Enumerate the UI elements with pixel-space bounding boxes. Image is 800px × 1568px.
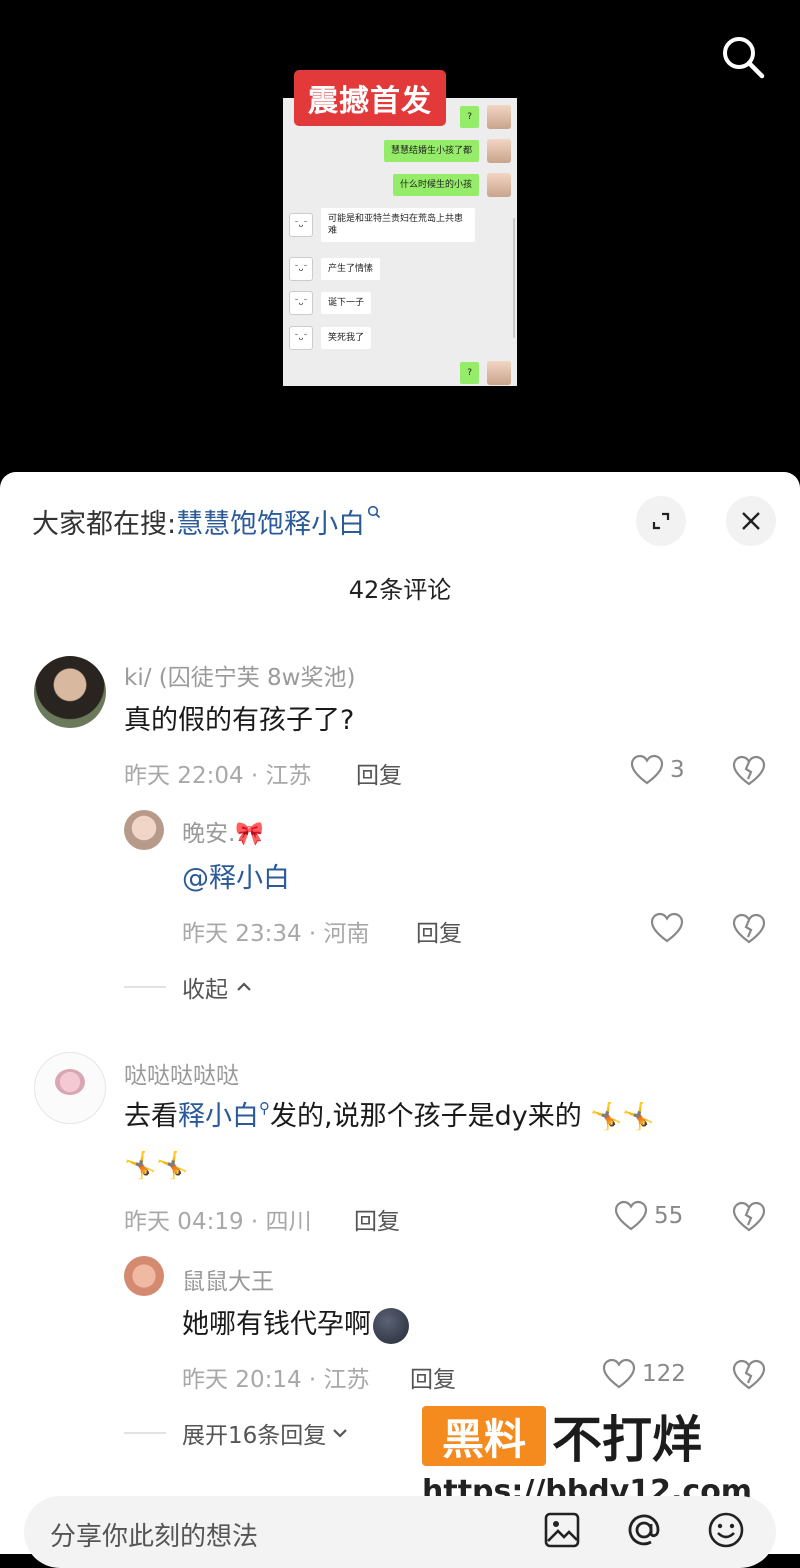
reply-username[interactable]: 晚安.🎀 <box>182 814 264 848</box>
hot-search-keyword[interactable]: 慧慧饱饱释小白 <box>176 502 365 541</box>
chat-message: ˘ᴗ˘ 诞下一子 <box>289 291 372 315</box>
avatar[interactable] <box>34 656 106 728</box>
emoji-sticker <box>373 1307 409 1344</box>
collapse-replies-button[interactable]: 收起 <box>124 970 254 1004</box>
chevron-up-icon <box>237 982 251 991</box>
broken-heart-icon[interactable] <box>732 1201 766 1233</box>
close-button[interactable] <box>726 496 776 546</box>
avatar[interactable] <box>124 810 164 850</box>
heart-icon <box>630 754 664 785</box>
broken-heart-icon[interactable] <box>732 1359 766 1391</box>
watermark-title: 不打烊 <box>552 1411 702 1469</box>
comment-username[interactable]: ki/ (囚徒宁芙 8w奖池) <box>124 658 355 692</box>
comment-meta: 昨天 22:04 · 江苏 <box>124 763 312 789</box>
expand-button[interactable] <box>636 496 686 546</box>
avatar: ˘ᴗ˘ <box>289 326 313 350</box>
comment-username[interactable]: 哒哒哒哒哒 <box>124 1056 239 1090</box>
chat-screenshot: ? 慧慧结婚生小孩了都 什么时候生的小孩 ˘ᴗ˘ 可能是和亚特兰贵妇在荒岛上共患… <box>283 98 517 386</box>
broken-heart-icon[interactable] <box>732 913 766 945</box>
divider <box>124 1432 166 1434</box>
comment-meta: 昨天 04:19 · 四川 <box>124 1209 312 1235</box>
like-count: 3 <box>670 757 685 783</box>
chat-message: ˘ᴗ˘ 产生了情愫 <box>289 257 381 281</box>
like-button[interactable]: 3 <box>630 754 685 786</box>
search-icon: ⚲ <box>259 1099 270 1117</box>
avatar <box>487 105 511 129</box>
search-icon[interactable] <box>716 30 770 84</box>
close-icon <box>742 512 760 530</box>
keyword-link[interactable]: 释小白 <box>178 1101 259 1132</box>
like-count: 55 <box>654 1203 684 1229</box>
like-button[interactable] <box>650 912 690 944</box>
comment-input-placeholder: 分享你此刻的想法 <box>50 1522 259 1552</box>
reply-button[interactable]: 回复 <box>356 756 402 790</box>
avatar <box>487 361 511 385</box>
reply-meta: 昨天 20:14 · 江苏 <box>182 1367 370 1393</box>
image-icon[interactable] <box>542 1510 582 1550</box>
chat-message: ˘ᴗ˘ 笑死我了 <box>289 326 372 350</box>
avatar[interactable] <box>124 1256 164 1296</box>
expand-icon <box>652 512 670 530</box>
reply-button[interactable]: 回复 <box>410 1360 456 1394</box>
heart-icon <box>650 912 684 943</box>
hot-search-label: 大家都在搜: <box>32 509 177 540</box>
search-icon <box>367 504 381 523</box>
chat-message: 慧慧结婚生小孩了都 <box>383 139 511 163</box>
video-badge: 震撼首发 <box>294 70 446 126</box>
video-player[interactable]: ? 慧慧结婚生小孩了都 什么时候生的小孩 ˘ᴗ˘ 可能是和亚特兰贵妇在荒岛上共患… <box>0 0 800 480</box>
emoji-sticker: 🤸🤸 <box>581 1102 655 1132</box>
reply-text: @释小白 <box>182 856 290 902</box>
reply-text: 她哪有钱代孕啊 <box>182 1302 409 1348</box>
chat-scrollbar <box>513 218 515 338</box>
comment-sheet: 大家都在搜: 慧慧饱饱释小白 42条评论 ki/ (囚徒宁芙 8w奖池) 真的假… <box>0 472 800 1554</box>
comment-text: 去看释小白⚲发的,说那个孩子是dy来的 🤸🤸 🤸🤸 <box>124 1099 655 1181</box>
comment-input[interactable]: 分享你此刻的想法 <box>24 1496 776 1568</box>
avatar <box>487 173 511 197</box>
chat-message: ? <box>460 361 511 385</box>
expand-replies-button[interactable]: 展开16条回复 <box>124 1416 350 1450</box>
chat-message: ˘ᴗ˘ 可能是和亚特兰贵妇在荒岛上共患难 <box>289 208 475 242</box>
hot-search[interactable]: 大家都在搜: 慧慧饱饱释小白 <box>32 502 381 541</box>
avatar: ˘ᴗ˘ <box>289 213 313 237</box>
reply-username[interactable]: 鼠鼠大王 <box>182 1262 274 1296</box>
heart-icon <box>602 1358 636 1389</box>
reply-button[interactable]: 回复 <box>416 914 462 948</box>
chat-message: ? <box>460 105 511 129</box>
chat-message: 什么时候生的小孩 <box>392 173 511 197</box>
avatar <box>487 139 511 163</box>
like-button[interactable]: 122 <box>602 1358 686 1390</box>
like-button[interactable]: 55 <box>614 1200 683 1232</box>
like-count: 122 <box>642 1361 686 1387</box>
watermark-logo: 黑料 <box>422 1406 546 1466</box>
reply-button[interactable]: 回复 <box>354 1202 400 1236</box>
divider <box>124 986 166 988</box>
avatar[interactable] <box>34 1052 106 1124</box>
mention-link[interactable]: @释小白 <box>182 863 290 894</box>
chevron-down-icon <box>333 1429 348 1438</box>
comment-count: 42条评论 <box>348 576 452 604</box>
at-icon[interactable] <box>624 1510 664 1550</box>
emoji-sticker: 🤸🤸 <box>124 1151 189 1181</box>
comment-text: 真的假的有孩子了? <box>124 705 355 736</box>
avatar: ˘ᴗ˘ <box>289 291 313 315</box>
reply-meta: 昨天 23:34 · 河南 <box>182 921 370 947</box>
avatar: ˘ᴗ˘ <box>289 257 313 281</box>
emoji-icon[interactable] <box>706 1510 746 1550</box>
broken-heart-icon[interactable] <box>732 755 766 787</box>
heart-icon <box>614 1200 648 1231</box>
